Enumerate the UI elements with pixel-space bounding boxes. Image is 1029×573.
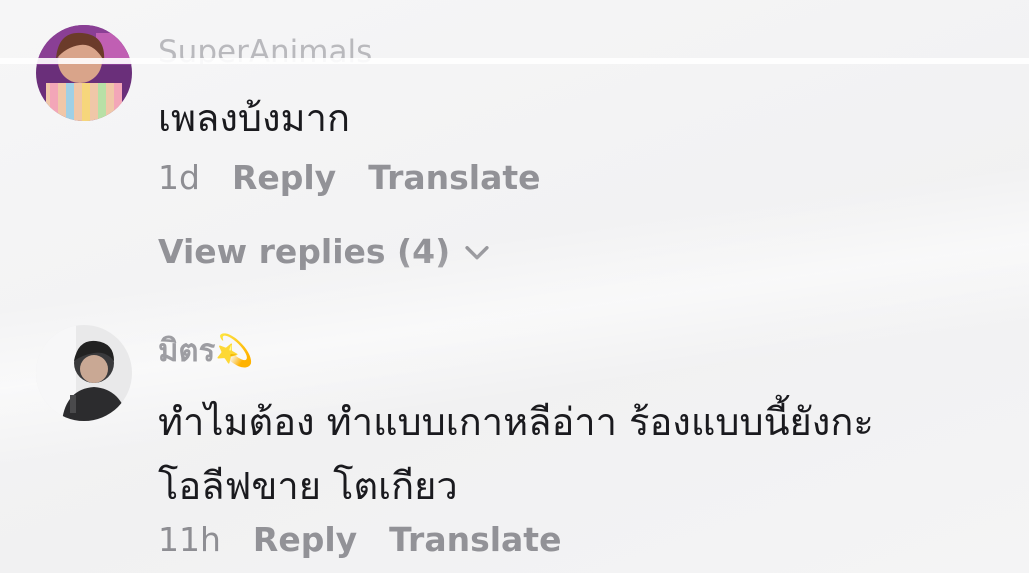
translate-button[interactable]: Translate: [389, 520, 561, 559]
translate-button[interactable]: Translate: [368, 158, 540, 197]
view-replies-label: View replies (4): [158, 232, 451, 271]
divider: [0, 58, 1029, 64]
reply-button[interactable]: Reply: [253, 520, 357, 559]
avatar[interactable]: [36, 25, 132, 121]
comment-meta: 1d Reply Translate: [158, 158, 541, 197]
comment-item: SuperAnimals เพลงบ้งมาก 1d Reply Transla…: [0, 0, 1029, 300]
comment-text-line: ทำไมต้อง ทำแบบเกาหลีอ่าา ร้องแบบนี้ยังกะ: [158, 400, 874, 444]
view-replies-button[interactable]: View replies (4): [158, 232, 494, 271]
comment-text: ทำไมต้อง ทำแบบเกาหลีอ่าา ร้องแบบนี้ยังกะ…: [158, 390, 998, 518]
reply-button[interactable]: Reply: [232, 158, 336, 197]
comment-username[interactable]: มิตร💫: [158, 330, 254, 372]
avatar[interactable]: [36, 325, 132, 421]
comment-meta: 11h Reply Translate: [158, 520, 561, 559]
comment-item: มิตร💫 ทำไมต้อง ทำแบบเกาหลีอ่าา ร้องแบบนี…: [0, 300, 1029, 573]
comment-text: เพลงบ้งมาก: [158, 96, 350, 140]
comments-page: SuperAnimals เพลงบ้งมาก 1d Reply Transla…: [0, 0, 1029, 573]
comment-time: 1d: [158, 158, 200, 197]
avatar-girl-icon: [36, 25, 132, 121]
comment-text-line: โอลีฟขาย โตเกียว: [158, 464, 458, 508]
comment-time: 11h: [158, 520, 221, 559]
chevron-down-icon: [465, 245, 489, 259]
avatar-man-icon: [36, 325, 132, 421]
